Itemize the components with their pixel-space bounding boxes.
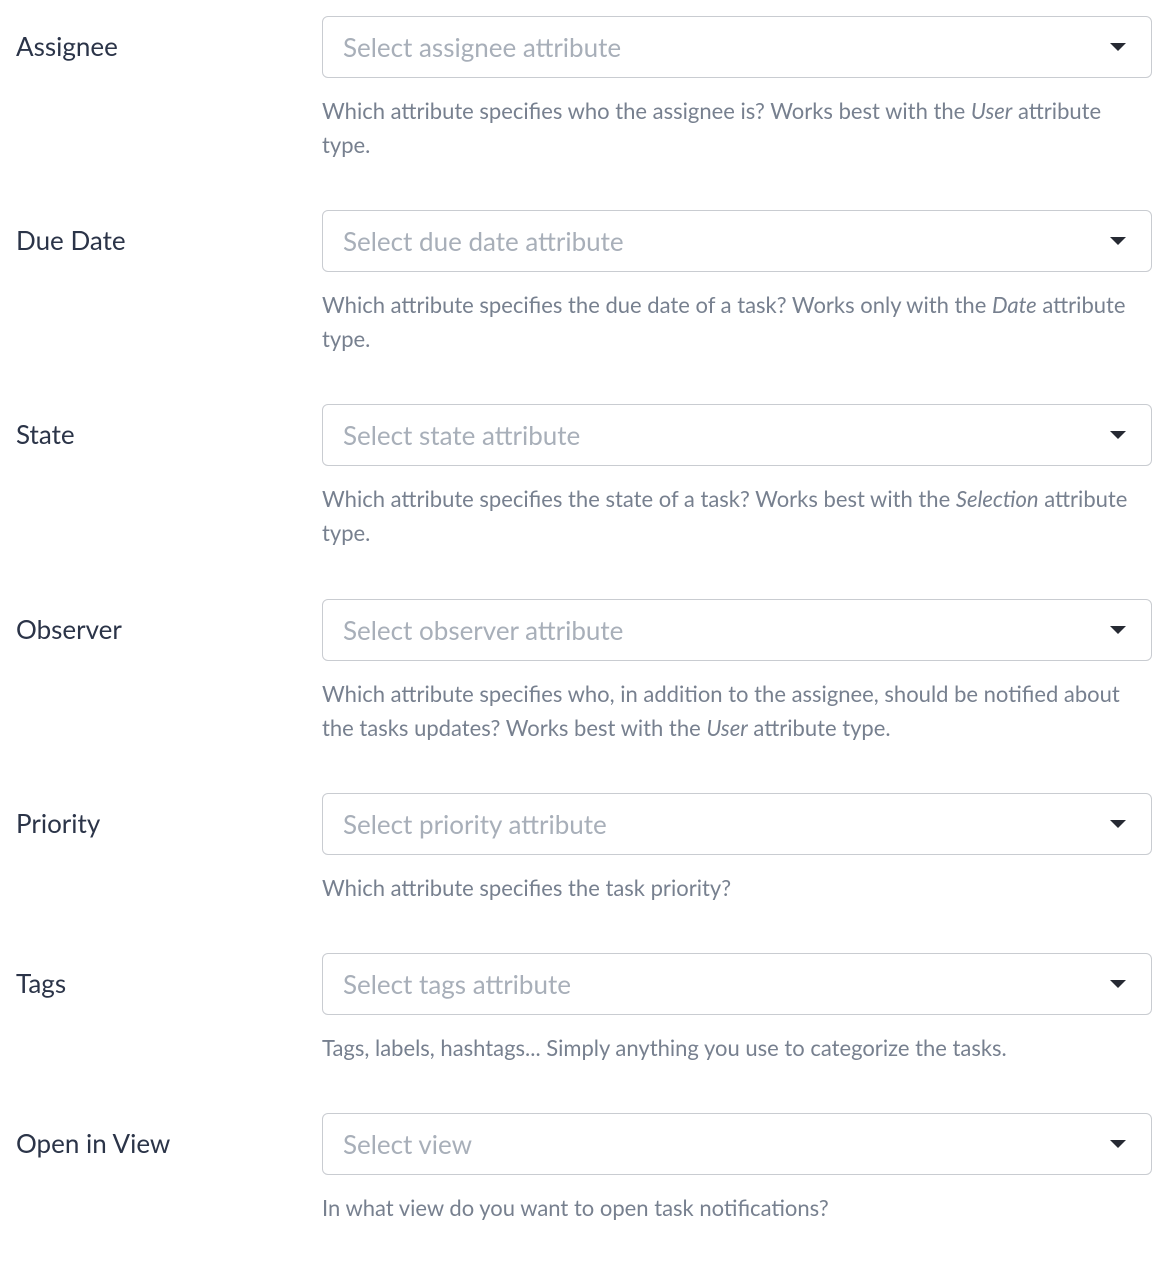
tags-label: Tags	[16, 967, 66, 999]
field-row-state: State Select state attribute Which attri…	[16, 404, 1152, 550]
state-select[interactable]: Select state attribute	[322, 404, 1152, 466]
field-row-duedate: Due Date Select due date attribute Which…	[16, 210, 1152, 356]
openinview-label: Open in View	[16, 1127, 170, 1159]
priority-select[interactable]: Select priority attribute	[322, 793, 1152, 855]
chevron-down-icon	[1109, 819, 1127, 829]
openinview-select-placeholder: Select view	[343, 1128, 472, 1160]
field-row-openinview: Open in View Select view In what view do…	[16, 1113, 1152, 1225]
openinview-select[interactable]: Select view	[322, 1113, 1152, 1175]
state-hint: Which attribute specifies the state of a…	[322, 482, 1152, 550]
duedate-label: Due Date	[16, 224, 126, 256]
state-label: State	[16, 418, 75, 450]
tags-select[interactable]: Select tags attribute	[322, 953, 1152, 1015]
chevron-down-icon	[1109, 625, 1127, 635]
tags-hint: Tags, labels, hashtags... Simply anythin…	[322, 1031, 1152, 1065]
chevron-down-icon	[1109, 979, 1127, 989]
chevron-down-icon	[1109, 430, 1127, 440]
assignee-label: Assignee	[16, 30, 118, 62]
observer-select[interactable]: Select observer attribute	[322, 599, 1152, 661]
field-row-observer: Observer Select observer attribute Which…	[16, 599, 1152, 745]
tags-select-placeholder: Select tags attribute	[343, 968, 571, 1000]
assignee-select[interactable]: Select assignee attribute	[322, 16, 1152, 78]
chevron-down-icon	[1109, 42, 1127, 52]
observer-label: Observer	[16, 613, 122, 645]
assignee-hint: Which attribute specifies who the assign…	[322, 94, 1152, 162]
field-row-tags: Tags Select tags attribute Tags, labels,…	[16, 953, 1152, 1065]
assignee-select-placeholder: Select assignee attribute	[343, 31, 621, 63]
openinview-hint: In what view do you want to open task no…	[322, 1191, 1152, 1225]
duedate-hint: Which attribute specifies the due date o…	[322, 288, 1152, 356]
chevron-down-icon	[1109, 236, 1127, 246]
field-row-priority: Priority Select priority attribute Which…	[16, 793, 1152, 905]
priority-hint: Which attribute specifies the task prior…	[322, 871, 1152, 905]
field-row-assignee: Assignee Select assignee attribute Which…	[16, 16, 1152, 162]
priority-label: Priority	[16, 807, 100, 839]
priority-select-placeholder: Select priority attribute	[343, 808, 607, 840]
chevron-down-icon	[1109, 1139, 1127, 1149]
observer-hint: Which attribute specifies who, in additi…	[322, 677, 1152, 745]
state-select-placeholder: Select state attribute	[343, 419, 580, 451]
duedate-select-placeholder: Select due date attribute	[343, 225, 624, 257]
duedate-select[interactable]: Select due date attribute	[322, 210, 1152, 272]
observer-select-placeholder: Select observer attribute	[343, 614, 623, 646]
attribute-mapping-form: Assignee Select assignee attribute Which…	[0, 0, 1168, 1265]
